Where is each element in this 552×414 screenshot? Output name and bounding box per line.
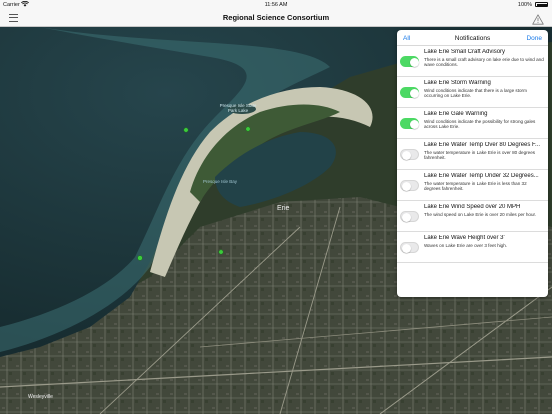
toggle-knob — [401, 243, 411, 253]
notification-toggle[interactable] — [400, 56, 419, 67]
notification-description: Waves on Lake Erie are over 3 feet high. — [424, 242, 508, 248]
navigation-bar: Regional Science Consortium — [0, 9, 552, 27]
notification-description: The wind speed on Lake Erie is over 20 m… — [424, 211, 537, 217]
notification-item: Lake Erie Water Temp Under 32 Degrees...… — [397, 170, 548, 201]
notification-item: Lake Erie Small Craft Advisory There is a… — [397, 46, 548, 77]
map-label-city: Erie — [277, 205, 290, 212]
notification-title: Lake Erie Gale Warning — [424, 111, 488, 117]
notification-toggle[interactable] — [400, 242, 419, 253]
toggle-knob — [401, 212, 411, 222]
notifications-list: Lake Erie Small Craft Advisory There is a… — [397, 46, 548, 263]
map-label-park-lake: Presque Isle State Park Lake — [219, 103, 257, 113]
page-title: Regional Science Consortium — [222, 13, 330, 22]
toggle-knob — [409, 119, 419, 129]
notification-toggle[interactable] — [400, 87, 419, 98]
toggle-knob — [401, 150, 411, 160]
notification-title: Lake Erie Water Temp Over 80 Degrees F..… — [424, 142, 541, 148]
status-bar: Carrier 11:56 AM 100% — [0, 0, 552, 9]
notification-description: The water temperature in Lake Erie is le… — [424, 180, 527, 192]
map-label-bay: Presque Isle Bay — [203, 179, 238, 184]
toggle-knob — [409, 88, 419, 98]
notification-title: Lake Erie Wind Speed over 20 MPH — [424, 204, 521, 210]
notification-item: Lake Erie Storm Warning Wind conditions i… — [397, 77, 548, 108]
notification-description: The water temperature in Lake Erie is ov… — [424, 149, 536, 161]
map-label-town: Wesleyville — [28, 394, 53, 400]
notification-title: Lake Erie Wave Height over 3' — [424, 235, 505, 241]
toggle-knob — [401, 181, 411, 191]
notification-title: Lake Erie Water Temp Under 32 Degrees... — [424, 173, 539, 179]
notification-toggle[interactable] — [400, 180, 419, 191]
toggle-knob — [409, 57, 419, 67]
notification-item: Lake Erie Wind Speed over 20 MPH The wind… — [397, 201, 548, 232]
notification-description: Wind conditions indicate the possibility… — [424, 118, 536, 130]
notification-toggle[interactable] — [400, 149, 419, 160]
notification-title: Lake Erie Small Craft Advisory — [424, 49, 506, 55]
notification-item: Lake Erie Water Temp Over 80 Degrees F..… — [397, 139, 548, 170]
notifications-panel: All Notifications Done Lake Erie Small C… — [397, 30, 548, 297]
notification-description: Wind conditions indicate that there is a… — [424, 87, 527, 99]
notifications-header: All Notifications Done — [397, 30, 548, 46]
notification-title: Lake Erie Storm Warning — [424, 80, 491, 86]
battery-percent: 100% — [517, 1, 532, 8]
notification-toggle[interactable] — [400, 211, 419, 222]
notifications-title: Notifications — [454, 34, 491, 42]
done-button[interactable]: Done — [526, 35, 542, 42]
warning-triangle-icon[interactable] — [532, 12, 544, 25]
clock: 11:56 AM — [264, 1, 288, 8]
notification-toggle[interactable] — [400, 118, 419, 129]
notification-item: Lake Erie Wave Height over 3' Waves on La… — [397, 232, 548, 263]
notification-description: There is a small craft advisory on lake … — [424, 56, 544, 68]
notification-item: Lake Erie Gale Warning Wind conditions in… — [397, 108, 548, 139]
battery-icon — [535, 2, 548, 7]
